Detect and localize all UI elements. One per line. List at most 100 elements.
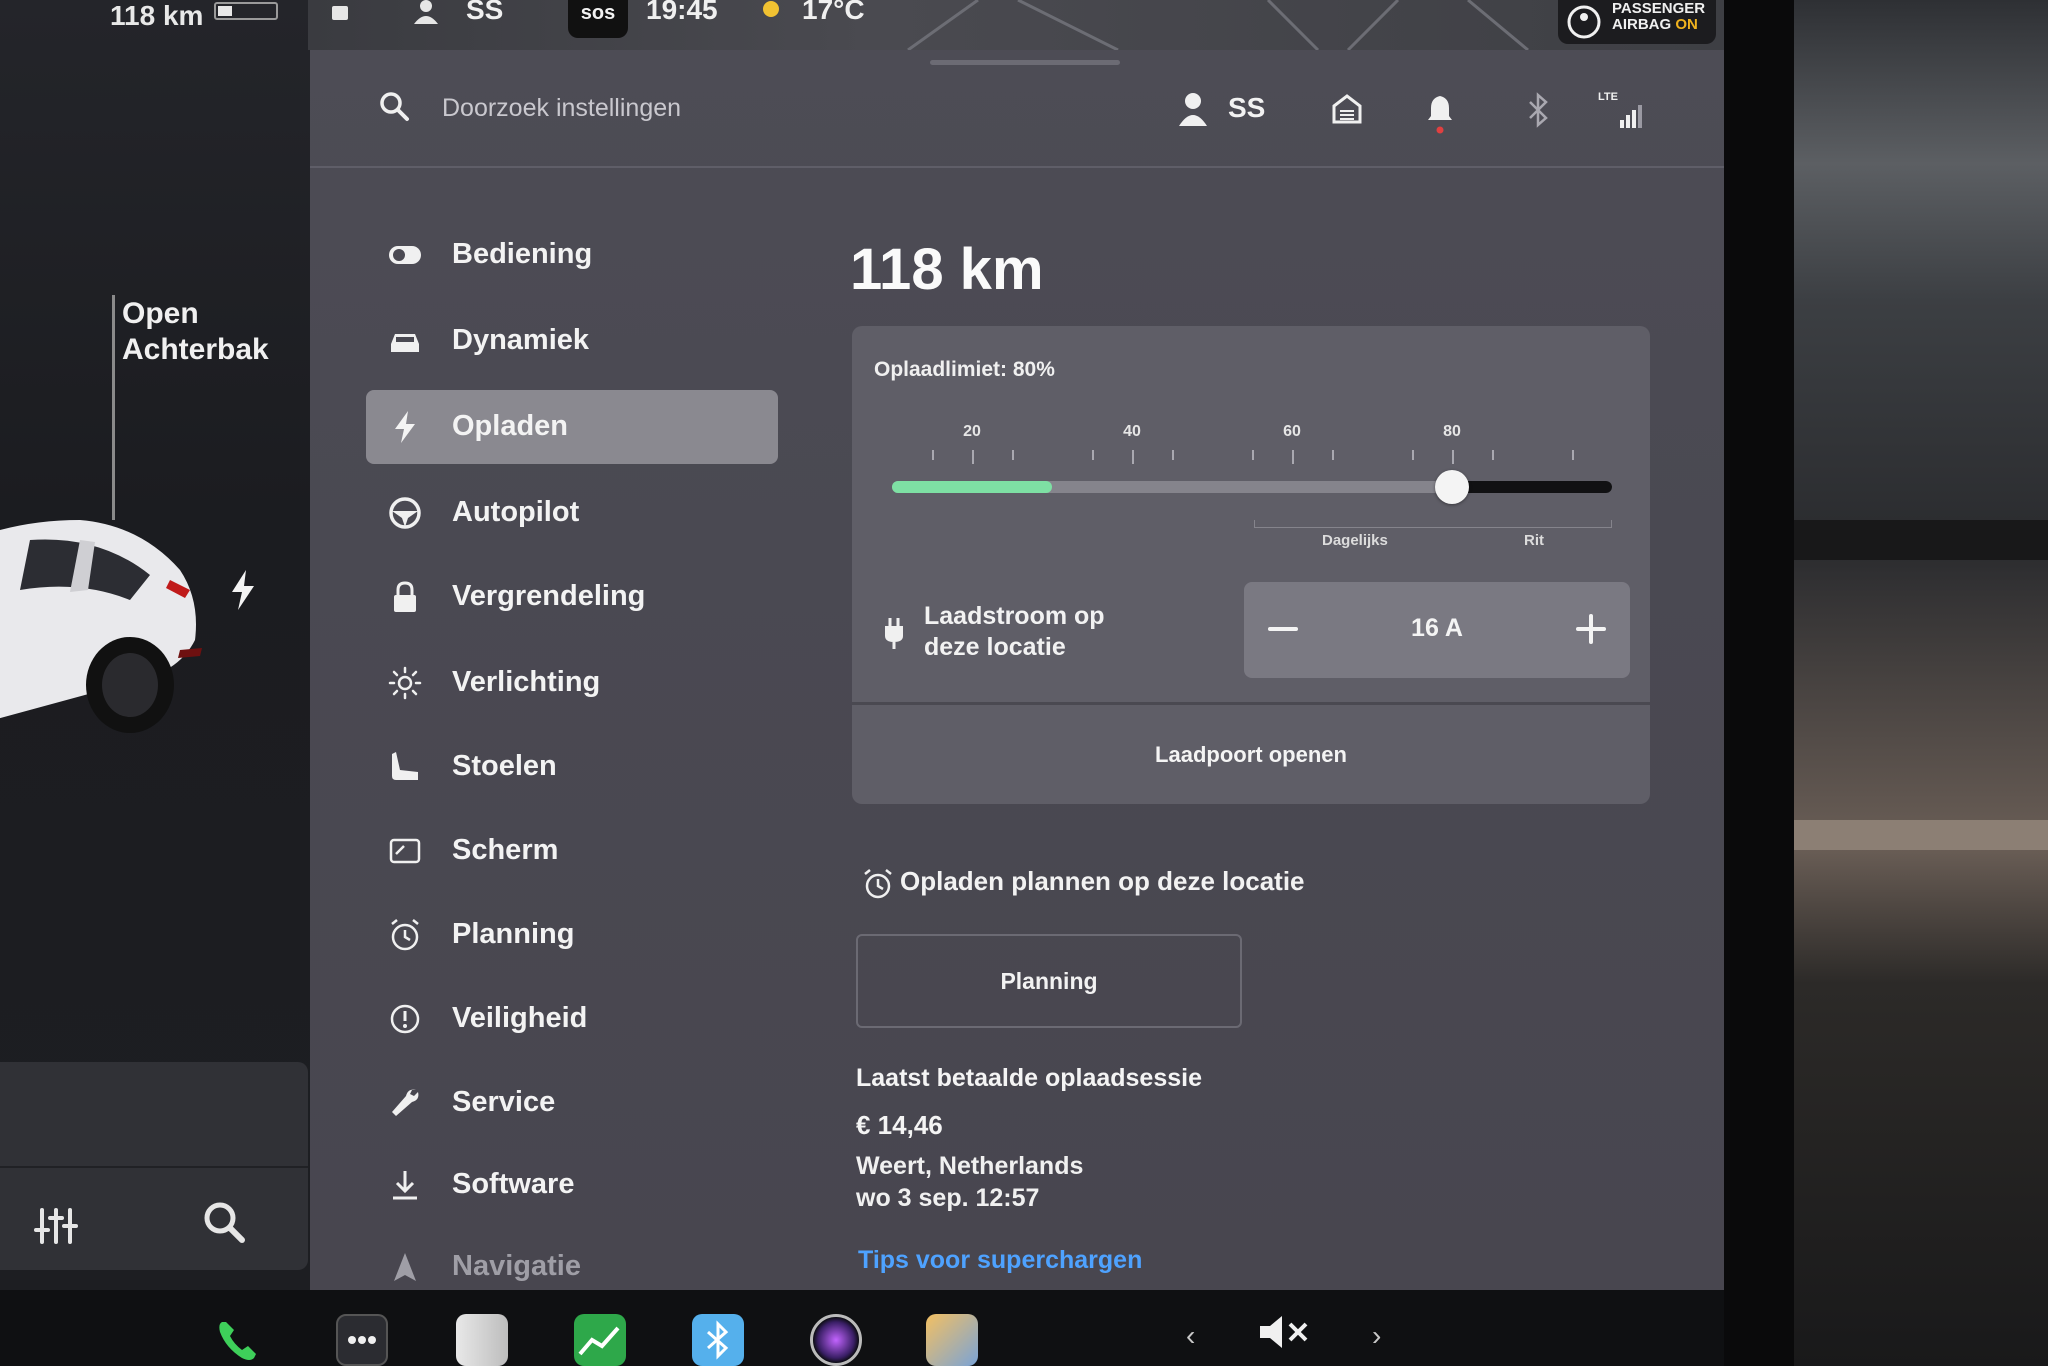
slider-tick-mark	[1012, 450, 1014, 460]
charge-current-stepper: 16 A	[1244, 582, 1630, 678]
nav-label: Verlichting	[452, 666, 601, 698]
previous-arrow-icon[interactable]: ‹	[1186, 1320, 1195, 1352]
slider-tick-label: 60	[1283, 423, 1301, 440]
dots-icon	[348, 1336, 376, 1344]
airbag-icon	[1567, 5, 1601, 39]
airbag-line2: AIRBAG ON	[1612, 16, 1698, 33]
zone-bracket	[1254, 520, 1612, 528]
car-status-panel: 118 km Open Achterbak	[0, 0, 318, 1290]
charge-limit-card: Oplaadlimiet: 80% 20 40 60 80 Dagelijks Rit…	[852, 326, 1650, 804]
nav-label: Autopilot	[452, 496, 580, 528]
increase-current-button[interactable]	[1564, 602, 1618, 656]
charging-bolt-icon	[232, 570, 254, 610]
mute-volume-icon[interactable]	[1256, 1312, 1314, 1352]
slider-tick-mark	[1492, 450, 1494, 460]
airbag-label: AIRBAG	[1612, 16, 1672, 33]
slider-tick-mark	[1452, 450, 1454, 464]
schedule-charging-title: Opladen plannen op deze locatie	[900, 866, 1305, 896]
nav-item-planning[interactable]: Planning	[366, 898, 778, 972]
nav-item-vergrendeling[interactable]: Vergrendeling	[366, 560, 778, 634]
card-divider	[852, 702, 1650, 705]
open-trunk-label-line1: Open	[122, 297, 199, 330]
nav-label: Vergrendeling	[452, 580, 646, 612]
open-trunk-label-line2: Achterbak	[122, 333, 269, 366]
current-charge-fill	[892, 481, 1052, 493]
settings-search-input[interactable]	[442, 88, 942, 128]
phone-icon[interactable]	[212, 1314, 264, 1366]
airbag-state: ON	[1675, 16, 1698, 33]
nav-label: Scherm	[452, 834, 559, 866]
charge-current-label-line2: deze locatie	[924, 633, 1066, 661]
nav-item-software[interactable]: Software	[366, 1148, 778, 1222]
search-icon[interactable]	[200, 1198, 248, 1246]
next-arrow-icon[interactable]: ›	[1372, 1320, 1381, 1352]
bolt-icon	[395, 411, 415, 443]
toybox-icon[interactable]	[926, 1314, 978, 1366]
user-icon	[414, 0, 438, 24]
lock-status-icon	[332, 6, 348, 20]
plug-icon	[885, 618, 903, 649]
nav-label: Stoelen	[452, 750, 557, 782]
nav-item-bediening[interactable]: Bediening	[366, 218, 778, 292]
nav-label: Veiligheid	[452, 1002, 588, 1034]
camera-icon[interactable]	[810, 1314, 862, 1366]
battery-icon	[214, 2, 278, 20]
status-bar: SS sos 19:45 17°C PASSENGER AIRBAG ON	[308, 0, 1724, 50]
user-icon[interactable]	[1178, 92, 1208, 126]
charge-limit-excess-track	[1452, 481, 1612, 493]
lte-signal-icon: LTE	[1598, 91, 1642, 128]
slider-tick-label: 40	[1123, 423, 1141, 440]
tesla-screen: 118 km Open Achterbak SS sos 19:45 17°C …	[0, 0, 2048, 1366]
last-session-title: Laatst betaalde oplaadsessie	[856, 1064, 1202, 1092]
slider-tick-mark	[972, 450, 974, 464]
supercharging-tips-link[interactable]: Tips voor superchargen	[858, 1246, 1142, 1275]
planning-button[interactable]: Planning	[856, 934, 1242, 1028]
nav-label: Dynamiek	[452, 324, 590, 356]
last-session-location: Weert, Netherlands	[856, 1152, 1084, 1180]
map-lines	[907, 0, 1529, 50]
nav-label: Service	[452, 1086, 556, 1118]
sun-weather-icon	[763, 1, 779, 17]
nav-item-veiligheid[interactable]: Veiligheid	[366, 982, 778, 1056]
slider-tick-mark	[1132, 450, 1134, 464]
nav-item-scherm[interactable]: Scherm	[366, 814, 778, 888]
bluetooth-app-icon[interactable]	[692, 1314, 744, 1366]
search-icon[interactable]	[378, 90, 410, 122]
nav-item-autopilot[interactable]: Autopilot	[366, 476, 778, 550]
chart-icon	[578, 1326, 620, 1356]
nav-item-verlichting[interactable]: Verlichting	[366, 646, 778, 720]
sos-button[interactable]: sos	[568, 0, 628, 38]
equalizer-icon[interactable]	[32, 1202, 80, 1250]
slider-tick-mark	[1092, 450, 1094, 460]
download-icon	[393, 1171, 417, 1200]
lte-label: LTE	[1598, 91, 1618, 103]
clock: 19:45	[646, 0, 718, 25]
passenger-airbag-indicator: PASSENGER AIRBAG ON	[1558, 0, 1716, 44]
charge-limit-label: Oplaadlimiet: 80%	[874, 358, 1055, 381]
car-interior-background	[1794, 0, 2048, 1366]
slider-tick-mark	[1332, 450, 1334, 460]
car-icon	[391, 334, 419, 352]
nav-label: Planning	[452, 918, 575, 950]
nav-item-service[interactable]: Service	[366, 1066, 778, 1140]
nav-label: Opladen	[452, 410, 569, 442]
bluetooth-icon[interactable]	[1526, 92, 1550, 128]
energy-graph-icon[interactable]	[574, 1314, 626, 1366]
wrench-icon	[392, 1089, 419, 1116]
toggle-icon	[389, 246, 421, 264]
open-charge-port-button[interactable]: Laadpoort openen	[852, 706, 1650, 804]
more-apps-icon[interactable]	[336, 1314, 388, 1366]
nav-item-dynamiek[interactable]: Dynamiek	[366, 304, 778, 378]
charge-limit-slider-knob[interactable]	[1435, 470, 1469, 504]
slider-tick-mark	[1412, 450, 1414, 460]
profile-name[interactable]: SS	[1228, 92, 1265, 124]
slider-tick-mark	[1172, 450, 1174, 460]
open-trunk-button[interactable]: Open Achterbak	[122, 296, 269, 368]
garage-home-icon[interactable]	[1332, 94, 1362, 124]
nav-item-stoelen[interactable]: Stoelen	[366, 730, 778, 804]
alarm-clock-icon	[864, 869, 892, 899]
nav-label: Bediening	[452, 238, 593, 270]
notification-bell-icon[interactable]	[1426, 94, 1454, 134]
manual-icon[interactable]	[456, 1314, 508, 1366]
nav-item-opladen[interactable]: Opladen	[366, 390, 778, 464]
